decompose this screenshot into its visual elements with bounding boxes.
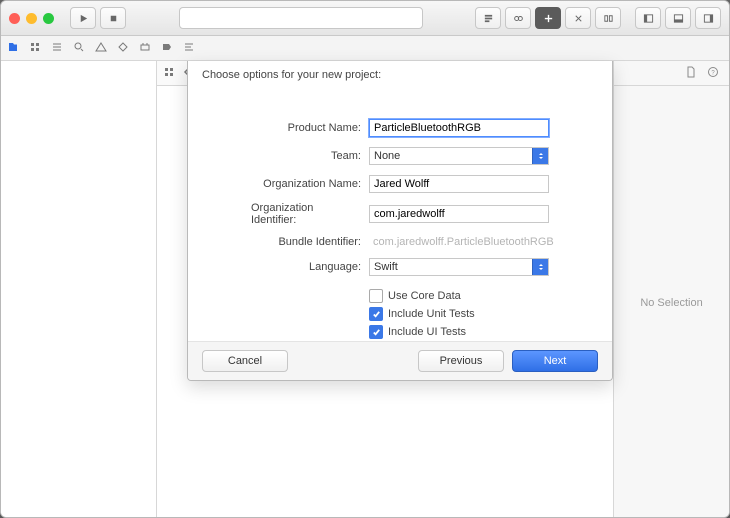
project-navigator-tab[interactable]: [7, 41, 19, 56]
navigator-selector-bar: [1, 36, 729, 61]
team-select-value: None: [374, 150, 400, 162]
activity-field[interactable]: [179, 7, 423, 29]
org-name-label: Organization Name:: [263, 178, 361, 190]
zoom-window-button[interactable]: [43, 13, 54, 24]
run-button[interactable]: [70, 7, 96, 29]
previous-button[interactable]: Previous: [418, 350, 504, 372]
chevron-updown-icon: [532, 148, 548, 164]
editor-assistant-button[interactable]: [505, 7, 531, 29]
include-unit-tests-checkbox[interactable]: [369, 307, 383, 321]
close-window-button[interactable]: [9, 13, 20, 24]
svg-text:?: ?: [711, 70, 715, 76]
language-select-value: Swift: [374, 261, 398, 273]
report-navigator-tab[interactable]: [183, 41, 195, 56]
project-options-form: Product Name: Team: None Organization Na…: [251, 117, 549, 341]
sheet-title: Choose options for your new project:: [188, 61, 612, 87]
version-editor-button[interactable]: [565, 7, 591, 29]
symbol-navigator-tab[interactable]: [51, 41, 63, 56]
org-identifier-field[interactable]: [369, 205, 549, 223]
related-items-icon[interactable]: [163, 66, 175, 81]
bundle-identifier-value: com.jaredwolff.ParticleBluetoothRGB: [369, 236, 549, 248]
team-label: Team:: [331, 150, 361, 162]
library-button[interactable]: [535, 7, 561, 29]
use-core-data-checkbox[interactable]: [369, 289, 383, 303]
org-identifier-label: Organization Identifier:: [251, 202, 361, 226]
breakpoint-navigator-tab[interactable]: [161, 41, 173, 56]
bundle-identifier-label: Bundle Identifier:: [278, 236, 361, 248]
editor-standard-button[interactable]: [475, 7, 501, 29]
toggle-navigator-button[interactable]: [635, 7, 661, 29]
inspector-area: ? No Selection: [613, 61, 729, 518]
file-inspector-tab[interactable]: [685, 66, 697, 81]
issue-navigator-tab[interactable]: [95, 41, 107, 56]
editor-area: Choose options for your new project: Pro…: [157, 61, 613, 518]
run-controls: [70, 7, 126, 29]
include-unit-tests-label: Include Unit Tests: [388, 308, 475, 320]
test-navigator-tab[interactable]: [117, 41, 129, 56]
inspector-selector-bar: ?: [614, 61, 729, 86]
code-review-button[interactable]: [595, 7, 621, 29]
debug-navigator-tab[interactable]: [139, 41, 151, 56]
product-name-label: Product Name:: [288, 122, 361, 134]
use-core-data-label: Use Core Data: [388, 290, 461, 302]
next-button[interactable]: Next: [512, 350, 598, 372]
sheet-footer: Cancel Previous Next: [188, 341, 612, 380]
include-ui-tests-label: Include UI Tests: [388, 326, 466, 338]
inspector-empty-label: No Selection: [614, 86, 729, 518]
minimize-window-button[interactable]: [26, 13, 37, 24]
xcode-window: Choose options for your new project: Pro…: [0, 0, 730, 518]
cancel-button[interactable]: Cancel: [202, 350, 288, 372]
team-select[interactable]: None: [369, 147, 549, 165]
navigator-area: [1, 61, 157, 518]
chevron-updown-icon: [532, 259, 548, 275]
new-project-options-sheet: Choose options for your new project: Pro…: [187, 61, 613, 381]
toggle-debug-button[interactable]: [665, 7, 691, 29]
org-name-field[interactable]: [369, 175, 549, 193]
workspace: Choose options for your new project: Pro…: [1, 61, 729, 518]
product-name-field[interactable]: [369, 119, 549, 137]
find-navigator-tab[interactable]: [73, 41, 85, 56]
activity-viewer: [132, 7, 469, 29]
language-select[interactable]: Swift: [369, 258, 549, 276]
quick-help-tab[interactable]: ?: [707, 66, 719, 81]
titlebar: [1, 1, 729, 36]
stop-button[interactable]: [100, 7, 126, 29]
toggle-inspector-button[interactable]: [695, 7, 721, 29]
language-label: Language:: [309, 261, 361, 273]
include-ui-tests-checkbox[interactable]: [369, 325, 383, 339]
source-control-navigator-tab[interactable]: [29, 41, 41, 56]
